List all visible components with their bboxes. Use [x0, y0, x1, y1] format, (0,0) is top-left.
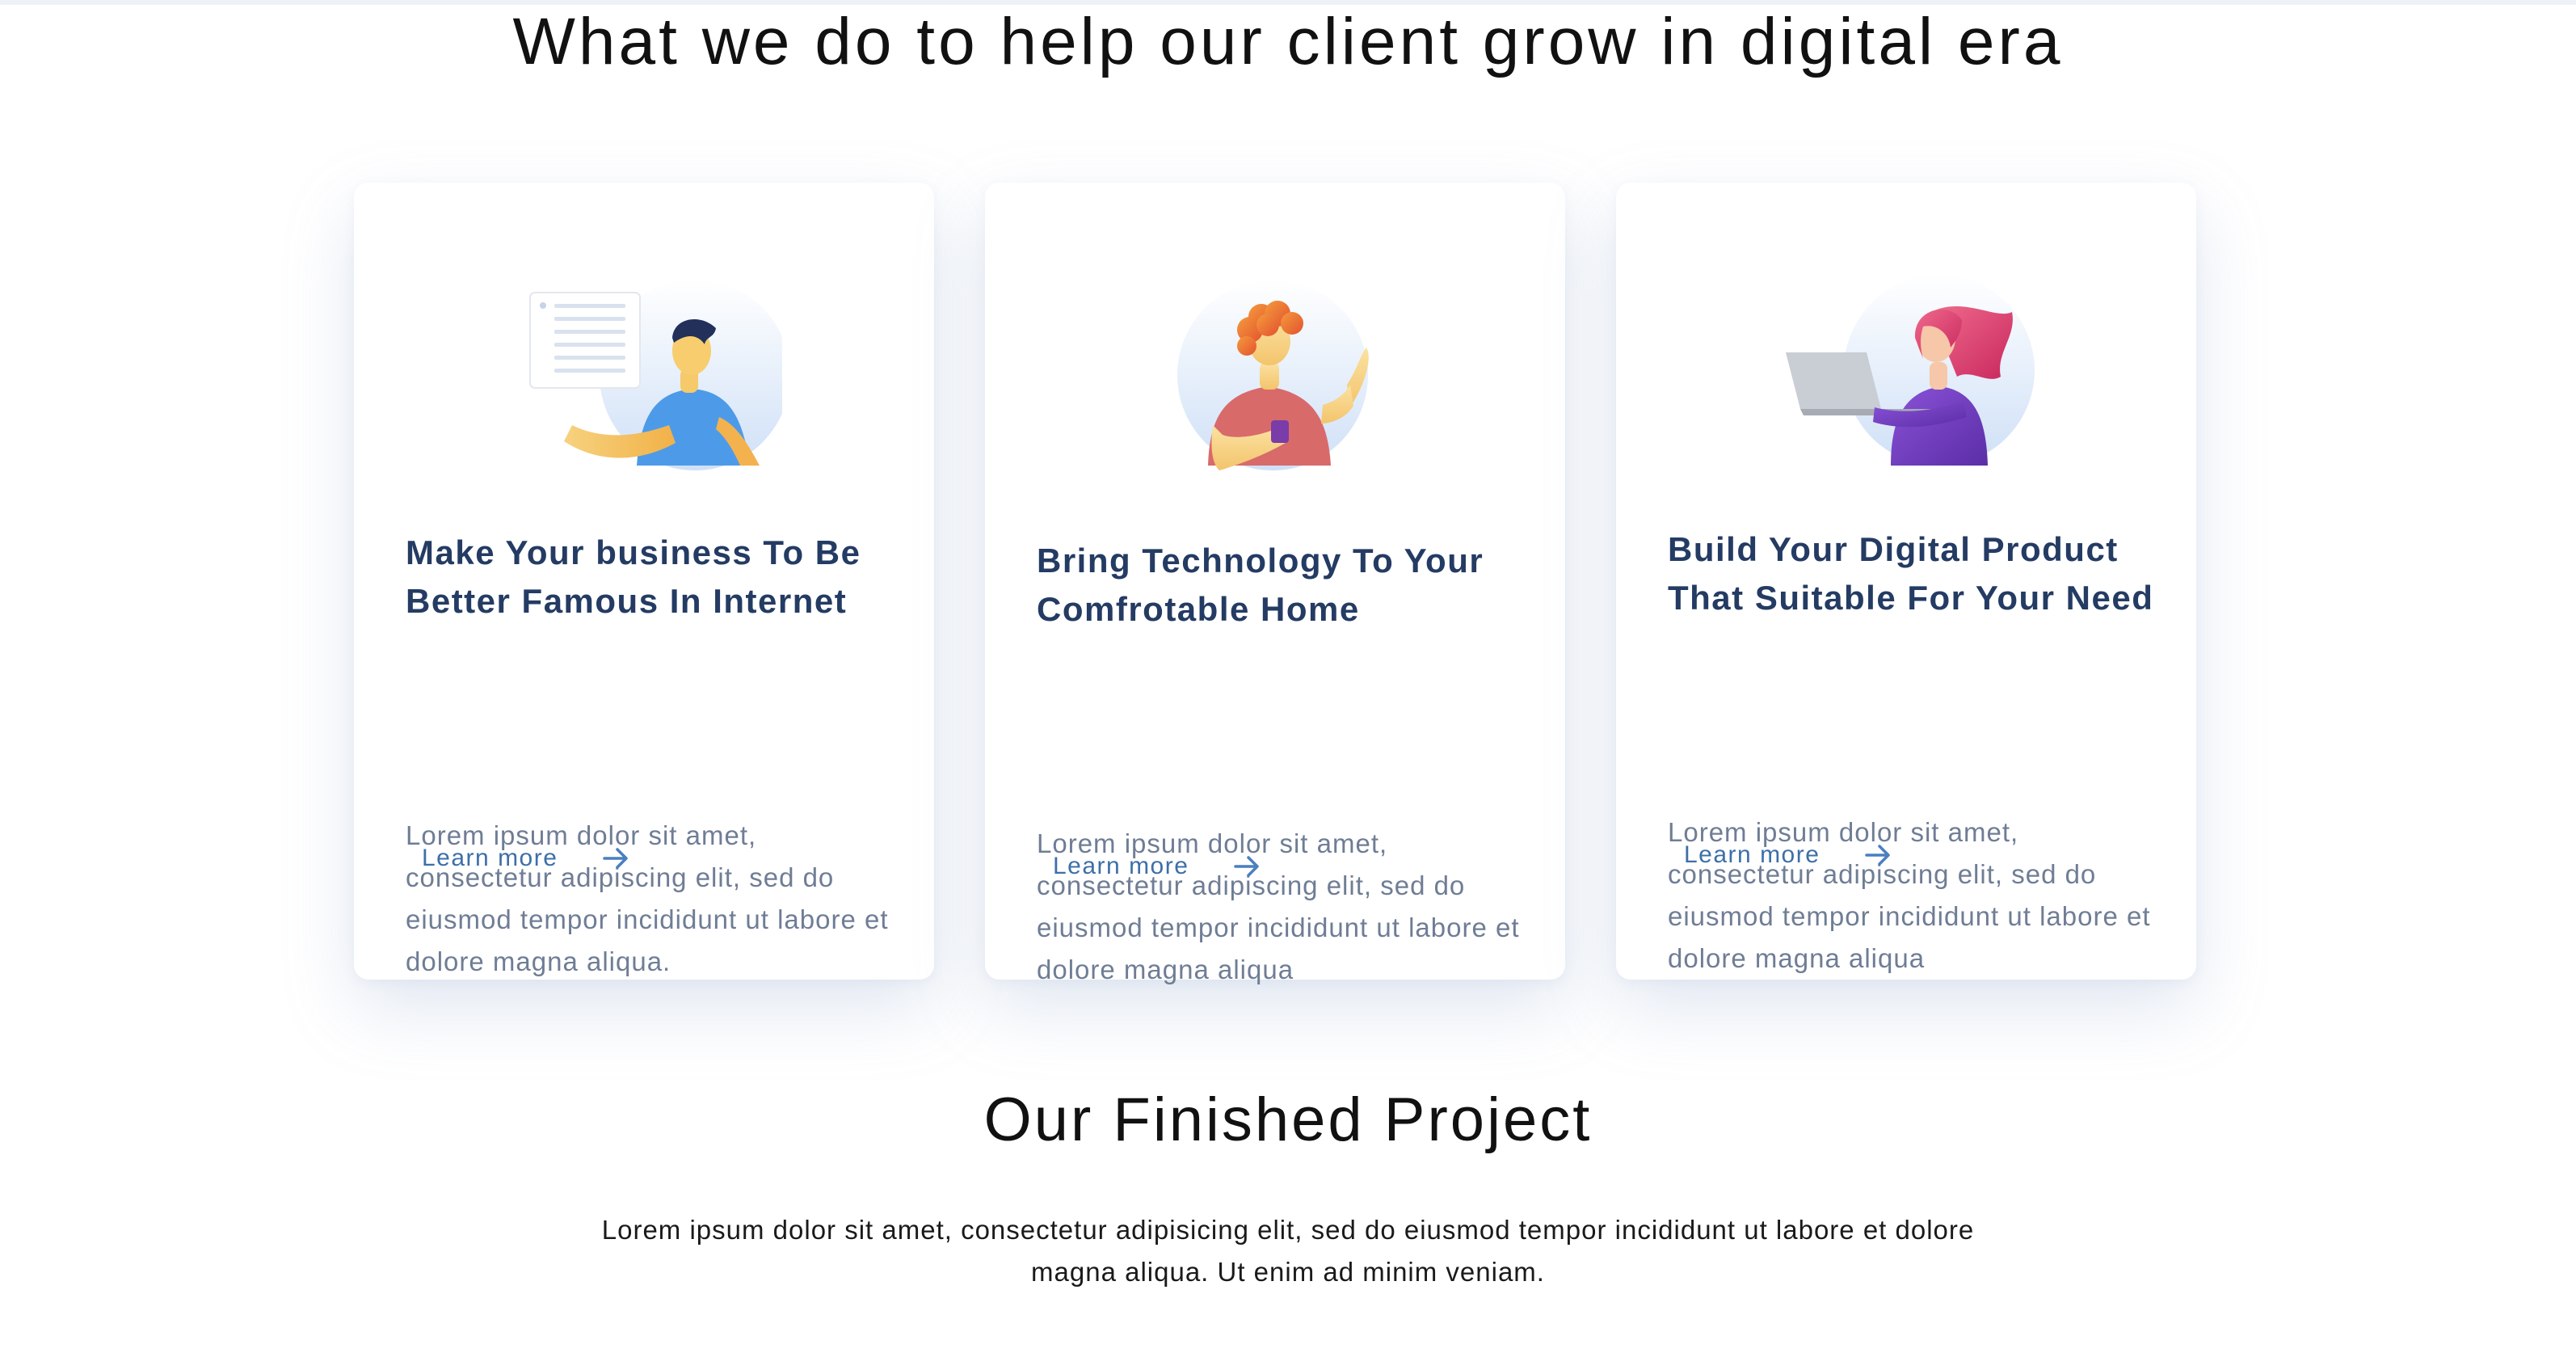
learn-more-label: Learn more — [422, 845, 558, 871]
learn-more-label: Learn more — [1053, 853, 1189, 879]
learn-more-link[interactable]: Learn more — [1053, 850, 1263, 883]
learn-more-link[interactable]: Learn more — [422, 842, 632, 875]
woman-with-laptop-icon — [1770, 263, 2044, 474]
man-with-phone-icon — [1139, 263, 1413, 474]
arrow-right-icon — [1865, 845, 1891, 866]
card-title: Make Your business To Be Better Famous I… — [406, 533, 861, 620]
man-holding-document-icon — [507, 263, 782, 474]
service-card-2: Bring Technology To Your Comfrotable Hom… — [985, 183, 1565, 984]
service-card-1: Make Your business To Be Better Famous I… — [354, 183, 934, 980]
learn-more-label: Learn more — [1684, 841, 1820, 868]
card-description: Lorem ipsum dolor sit amet, consectetur … — [1668, 817, 2151, 973]
card-description: Lorem ipsum dolor sit amet, consectetur … — [1037, 828, 1520, 984]
arrow-right-icon — [603, 848, 629, 869]
card-description: Lorem ipsum dolor sit amet, consectetur … — [406, 820, 889, 976]
arrow-right-icon — [1234, 856, 1260, 877]
services-section-title: What we do to help our client grow in di… — [512, 5, 2064, 78]
service-card-3: Build Your Digital Product That Suitable… — [1616, 183, 2196, 980]
card-title: Bring Technology To Your Comfrotable Hom… — [1037, 542, 1484, 628]
projects-description: Lorem ipsum dolor sit amet, consectetur … — [601, 1215, 1975, 1287]
learn-more-link[interactable]: Learn more — [1684, 839, 1894, 871]
projects-section-title: Our Finished Project — [983, 1085, 1593, 1154]
card-title: Build Your Digital Product That Suitable… — [1668, 530, 2154, 617]
